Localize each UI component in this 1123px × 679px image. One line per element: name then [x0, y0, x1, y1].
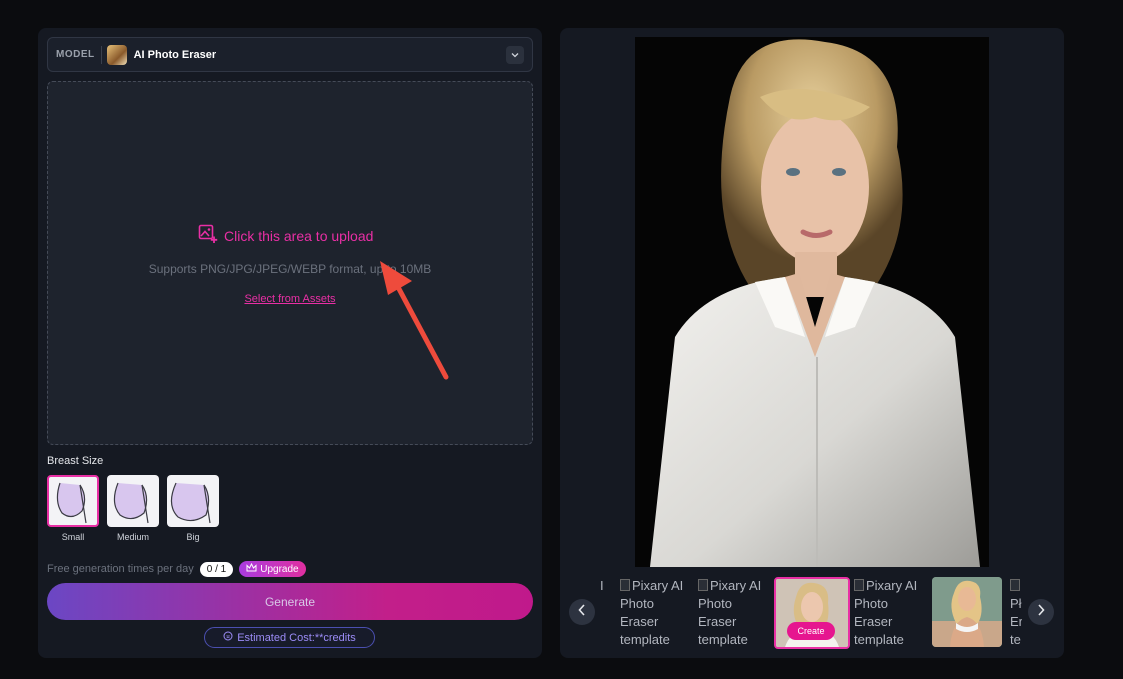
example-preview-image: [635, 37, 989, 567]
breast-size-options: Small Medium Big: [47, 475, 219, 542]
estimated-cost-badge: ¤ Estimated Cost:**credits: [204, 627, 375, 648]
broken-image-icon: [698, 579, 708, 591]
chevron-left-icon: [578, 603, 586, 621]
coin-icon: ¤: [223, 631, 233, 644]
image-upload-icon: [198, 224, 218, 247]
create-button[interactable]: Create: [787, 622, 835, 640]
template-thumbnail-partial[interactable]: I: [600, 577, 610, 649]
select-from-assets-link[interactable]: Select from Assets: [48, 293, 532, 305]
breast-size-label: Breast Size: [47, 455, 104, 467]
generate-button[interactable]: Generate: [47, 583, 533, 620]
broken-image-icon: [620, 579, 630, 591]
free-generation-count: 0 / 1: [199, 561, 234, 577]
template-thumbnail[interactable]: Pixary AI Photo Eraser template: [698, 577, 770, 649]
pointer-arrow: [380, 261, 449, 380]
size-thumbnail[interactable]: [167, 475, 219, 527]
size-thumbnail[interactable]: [47, 475, 99, 527]
carousel-next-button[interactable]: [1028, 599, 1054, 625]
estimated-cost-label: Estimated Cost:**credits: [237, 631, 356, 644]
size-label: Medium: [116, 532, 149, 542]
svg-text:¤: ¤: [226, 634, 230, 641]
template-thumbnail-partial[interactable]: Pł Er te: [1010, 577, 1022, 649]
size-option-big[interactable]: Big: [167, 475, 219, 542]
free-generation-row: Free generation times per day 0 / 1 Upgr…: [47, 561, 306, 577]
size-option-small[interactable]: Small: [47, 475, 99, 542]
upload-cta-label: Click this area to upload: [224, 227, 374, 244]
broken-image-icon: [1010, 579, 1020, 591]
divider: [100, 45, 102, 64]
size-label: Small: [61, 532, 85, 542]
template-thumbnail[interactable]: Pixary AI Photo Eraser template: [854, 577, 926, 649]
upload-dropzone[interactable]: Click this area to upload Supports PNG/J…: [47, 81, 533, 445]
size-option-medium[interactable]: Medium: [107, 475, 159, 542]
assets-link-label[interactable]: Select from Assets: [244, 293, 335, 305]
template-carousel: I Pixary AI Photo Eraser template Pixary…: [600, 577, 1022, 651]
upgrade-button[interactable]: Upgrade: [239, 561, 306, 577]
generator-panel: MODEL AI Photo Eraser Click this area to…: [38, 28, 542, 658]
chevron-down-icon[interactable]: [506, 45, 524, 64]
template-thumbnail[interactable]: Pixary AI Photo Eraser template: [620, 577, 692, 649]
size-label: Big: [186, 532, 200, 542]
partial-thumb-text: I: [600, 578, 604, 593]
partial-thumb-text: Pł Er te: [1010, 596, 1022, 647]
size-thumbnail[interactable]: [107, 475, 159, 527]
template-thumbnail-active[interactable]: Create: [774, 577, 850, 649]
chevron-right-icon: [1037, 603, 1045, 621]
free-generation-label: Free generation times per day: [47, 563, 194, 575]
model-thumbnail: [106, 44, 127, 65]
upload-cta[interactable]: Click this area to upload: [198, 224, 373, 247]
crown-icon: [246, 562, 257, 575]
model-selector[interactable]: MODEL AI Photo Eraser: [47, 37, 533, 72]
upload-support-text: Supports PNG/JPG/JPEG/WEBP format, up to…: [148, 262, 432, 276]
preview-panel: I Pixary AI Photo Eraser template Pixary…: [560, 28, 1064, 658]
carousel-prev-button[interactable]: [569, 599, 595, 625]
model-name: AI Photo Eraser: [133, 48, 217, 61]
template-thumbnail[interactable]: [932, 577, 1002, 647]
broken-image-icon: [854, 579, 864, 591]
upgrade-label: Upgrade: [260, 563, 299, 575]
model-tag: MODEL: [56, 49, 95, 60]
